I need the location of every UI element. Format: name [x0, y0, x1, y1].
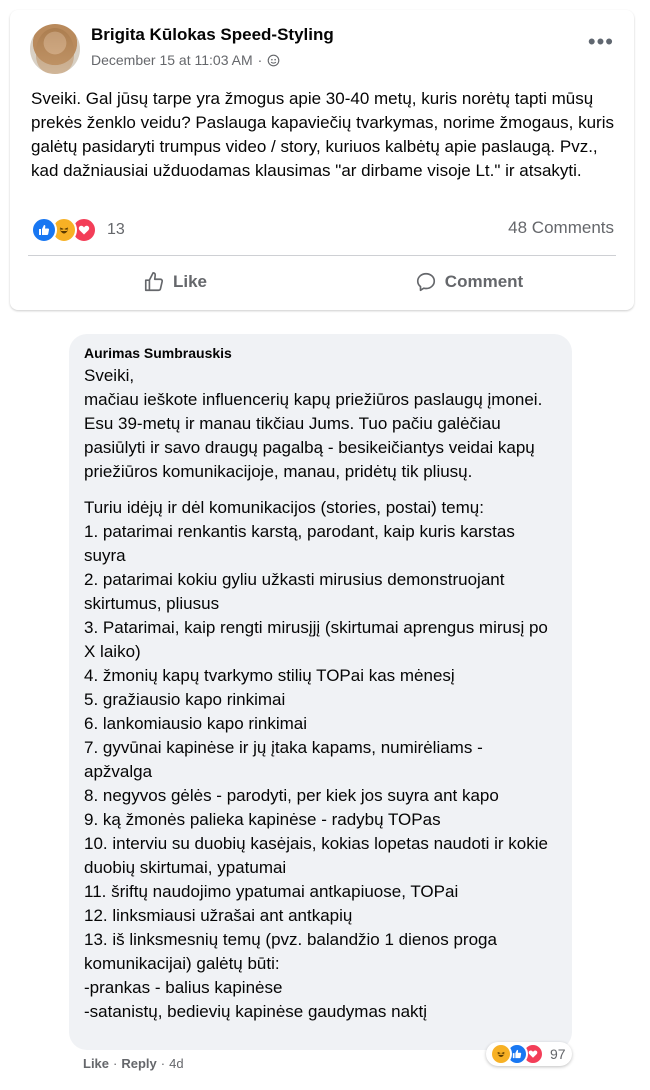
comment-age[interactable]: 4d — [169, 1056, 183, 1071]
comment-reaction-count: 97 — [550, 1046, 566, 1062]
comment-line: 3. Patarimai, kaip rengti mirusįjį (skir… — [84, 618, 548, 661]
more-options-icon[interactable]: ••• — [588, 31, 614, 53]
comment-line: 9. ką žmonės palieka kapinėse - radybų T… — [84, 810, 441, 829]
comment-line: 7. gyvūnai kapinėse ir jų įtaka kapams, … — [84, 738, 483, 781]
comment-line: 8. negyvos gėlės - parodyti, per kiek jo… — [84, 786, 499, 805]
comment-line: -prankas - balius kapinėse — [84, 978, 283, 997]
post-text: Sveiki. Gal jūsų tarpe yra žmogus apie 3… — [31, 89, 614, 180]
post-card: Brigita Kūlokas Speed-Styling December 1… — [10, 10, 634, 310]
comment-line: 6. lankomiausio kapo rinkimai — [84, 714, 307, 733]
post-comments-count[interactable]: 48 Comments — [508, 218, 614, 238]
thumbs-up-icon — [144, 272, 164, 292]
comment-button[interactable]: Comment — [322, 262, 616, 302]
comment-line: 4. žmonių kapų tvarkymo stilių TOPai kas… — [84, 666, 455, 685]
divider — [28, 255, 616, 256]
haha-icon — [490, 1043, 512, 1065]
globe-icon — [267, 54, 280, 66]
like-icon — [31, 217, 57, 243]
post-reaction-count[interactable]: 13 — [107, 221, 125, 239]
comment-line: 11. šriftų naudojimo ypatumai antkapiuos… — [84, 882, 459, 901]
post-meta: December 15 at 11:03 AM · — [91, 52, 280, 68]
like-button-label: Like — [172, 272, 208, 291]
footer-separator: · — [160, 1056, 166, 1071]
comment-line: mačiau ieškote influencerių kapų priežiū… — [84, 390, 543, 409]
comment-paragraph-2: Turiu idėjų ir dėl komunikacijos (storie… — [84, 496, 554, 1024]
comment-line: Sveiki, — [84, 366, 135, 385]
comment-line: -satanistų, bedievių kapinėse gaudymas n… — [84, 1002, 428, 1021]
comment-line: 5. gražiausio kapo rinkimai — [84, 690, 286, 709]
comment-line: Esu 39-metų ir manau tikčiau Jums. Tuo p… — [84, 414, 535, 481]
post-reactions[interactable]: 13 — [31, 217, 125, 243]
comment-bubble: Aurimas Sumbrauskis Sveiki, mačiau ieško… — [69, 334, 572, 1050]
comment-button-label: Comment — [444, 272, 524, 291]
comment-reactions[interactable]: 97 — [486, 1042, 572, 1066]
author-avatar[interactable] — [30, 24, 80, 74]
comment-reply-link[interactable]: Reply — [121, 1056, 156, 1071]
comment-line: Turiu idėjų ir dėl komunikacijos (storie… — [84, 498, 484, 517]
footer-separator: · — [113, 1056, 118, 1071]
comment-like-link[interactable]: Like — [83, 1056, 109, 1071]
comment-line: 2. patarimai kokiu gyliu užkasti mirusiu… — [84, 570, 505, 613]
meta-separator: · — [257, 52, 263, 68]
post-author-name[interactable]: Brigita Kūlokas Speed-Styling — [91, 25, 334, 45]
comment-line: 10. interviu su duobių kasėjais, kokias … — [84, 834, 548, 877]
commenter-name[interactable]: Aurimas Sumbrauskis — [84, 345, 232, 361]
speech-bubble-icon — [416, 272, 435, 292]
comment-text: Sveiki, mačiau ieškote influencerių kapų… — [84, 364, 554, 1024]
comment-line: 12. linksmiausi užrašai ant antkapių — [84, 906, 353, 925]
comment-line: 13. iš linksmesnių temų (pvz. balandžio … — [84, 930, 497, 973]
comment-paragraph-1: Sveiki, mačiau ieškote influencerių kapų… — [84, 364, 554, 484]
comment-line: 1. patarimai renkantis karstą, parodant,… — [84, 522, 515, 565]
post-timestamp[interactable]: December 15 at 11:03 AM — [91, 52, 253, 68]
like-button[interactable]: Like — [28, 262, 322, 302]
comment-footer: Like · Reply · 4d — [83, 1056, 184, 1071]
